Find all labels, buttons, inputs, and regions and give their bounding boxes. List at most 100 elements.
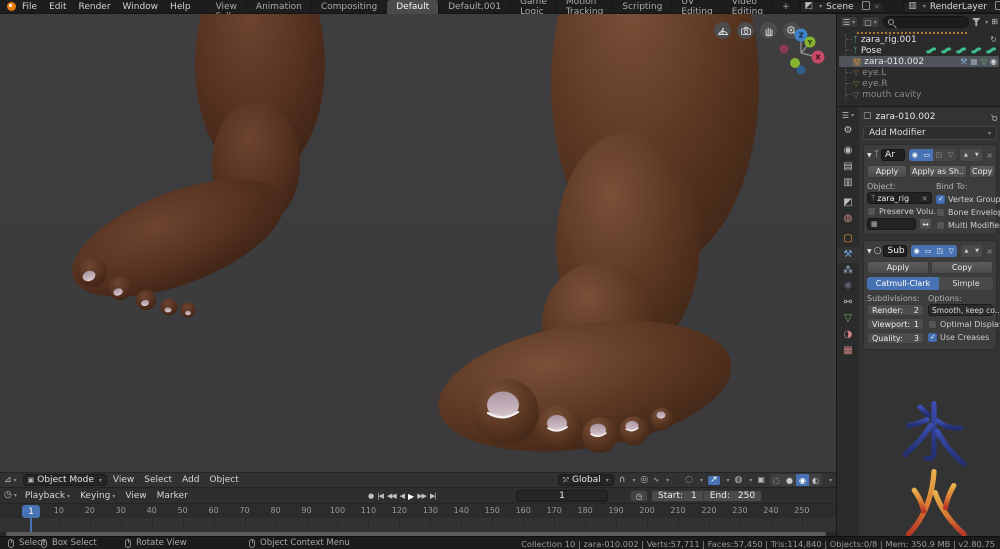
copy-button[interactable]: Copy	[931, 261, 993, 274]
properties-tab-texture[interactable]: ▦	[837, 343, 859, 359]
close-icon[interactable]: ×	[986, 151, 993, 160]
viewport-menu-select[interactable]: Select	[144, 475, 172, 485]
pin-icon[interactable]: ⚲	[988, 111, 1000, 123]
viewport-menu-object[interactable]: Object	[209, 475, 238, 485]
optimal-display-option[interactable]: Optimal Display	[928, 318, 993, 330]
properties-tab-scene[interactable]: ◩	[837, 195, 859, 211]
properties-tab-particles[interactable]: ⁂	[837, 263, 859, 279]
playhead[interactable]: 1	[22, 505, 40, 518]
blender-logo-icon[interactable]	[7, 2, 16, 11]
workspace-tab-default-001[interactable]: Default.001	[439, 0, 511, 14]
modifier-name-field[interactable]: Ar	[881, 149, 905, 161]
properties-tab-physics[interactable]: ⚛	[837, 279, 859, 295]
cage-toggle-icon[interactable]: ▽	[945, 149, 957, 161]
preserve-volume-option[interactable]: Preserve Volu..	[867, 205, 932, 217]
properties-tab-tool[interactable]: ⚙	[837, 123, 859, 139]
move-down-icon[interactable]: ▼	[971, 149, 982, 161]
clear-icon[interactable]: ×	[921, 194, 928, 203]
editor-type-button[interactable]: ◷▾	[4, 491, 17, 500]
add-modifier-dropdown[interactable]: Add Modifier▾	[863, 126, 997, 140]
stack-icon[interactable]: ▦	[970, 58, 978, 66]
workspace-tab-compositing[interactable]: Compositing	[312, 0, 387, 14]
properties-tab-material[interactable]: ◑	[837, 327, 859, 343]
editmode-toggle-icon[interactable]: ◳	[934, 245, 946, 257]
timeline-ruler[interactable]: 1 10203040506070809010011012013014015016…	[0, 503, 836, 518]
menu-render[interactable]: Render	[79, 2, 111, 12]
editor-type-button[interactable]: ☰▾	[840, 16, 858, 28]
close-icon[interactable]: ×	[986, 247, 993, 256]
proportional-editing-icon[interactable]: ◎	[640, 476, 648, 485]
render-layer-selector[interactable]: ▥▾ RenderLayer ×	[903, 1, 1000, 13]
render-toggle-icon[interactable]: ◉	[909, 149, 921, 161]
move-up-icon[interactable]: ▲	[960, 149, 971, 161]
properties-tab-world[interactable]: ◍	[837, 211, 859, 227]
properties-tab-render[interactable]: ◉	[837, 143, 859, 159]
bone-envelopes-option[interactable]: Bone Envelopes	[936, 206, 1000, 218]
outliner-item[interactable]: ▽ eye.R	[839, 78, 999, 89]
workspace-tab--[interactable]: +	[773, 0, 800, 14]
play-button[interactable]: ▶	[408, 492, 413, 501]
orbit-gizmo-grid-button[interactable]	[714, 22, 731, 39]
navigation-axis-gizmo[interactable]: Z Y X	[772, 26, 836, 84]
transform-orientation-selector[interactable]: ⤱ Global▾	[558, 474, 613, 486]
armature-object-field[interactable]: ᛉ zara_rig ×	[867, 192, 932, 204]
new-collection-icon[interactable]: ⊞	[991, 18, 998, 26]
viewport-menu-add[interactable]: Add	[182, 475, 199, 485]
properties-tab-output[interactable]: ▤	[837, 159, 859, 175]
workspace-tab-scripting[interactable]: Scripting	[613, 0, 672, 14]
use-creases-option[interactable]: Use Creases	[928, 331, 993, 343]
quality-field[interactable]: Quality:3	[867, 332, 924, 344]
eye-icon[interactable]: ◉	[990, 58, 997, 66]
rendered-shading-icon[interactable]: ◐	[809, 474, 822, 486]
invert-vertex-group-button[interactable]: ↔	[919, 218, 932, 230]
overlays-toggle-icon[interactable]: ◍	[735, 476, 743, 485]
falloff-curve-icon[interactable]: ∿	[653, 477, 659, 484]
rotate-icon[interactable]: ↻	[990, 36, 997, 44]
outliner-item[interactable]: ▽ zara-010.002 ⚒▦▽◉	[839, 56, 999, 67]
copy-button[interactable]: Copy	[969, 165, 995, 178]
outliner-item[interactable]: ᛉ Pose	[839, 45, 999, 56]
close-icon[interactable]: ×	[874, 2, 881, 11]
record-button[interactable]: ●	[368, 492, 373, 500]
vertex-group-field[interactable]: ▦	[867, 218, 916, 230]
next-keyframe-button[interactable]: ▶▶	[417, 492, 426, 500]
timeline-menu-marker[interactable]: Marker	[157, 491, 188, 501]
workspace-tab-video-editing[interactable]: Video Editing	[723, 0, 773, 14]
apply-button[interactable]: Apply	[867, 261, 929, 274]
uv-smooth-dropdown[interactable]: Smooth, keep co...▾	[928, 304, 993, 316]
catmull-clark-button[interactable]: Catmull-Clark	[867, 277, 939, 290]
camera-view-button[interactable]	[737, 22, 754, 39]
workspace-tab-motion-tracking[interactable]: Motion Tracking	[557, 0, 613, 14]
play-reverse-button[interactable]: ◀	[400, 492, 404, 500]
jump-to-end-button[interactable]: ▶|	[430, 492, 436, 500]
render-subdivisions-field[interactable]: Render:2	[867, 304, 924, 316]
axis-minus-z[interactable]	[797, 66, 806, 75]
timeline-menu-keying[interactable]: Keying▾	[80, 491, 115, 501]
search-input[interactable]	[883, 16, 970, 28]
properties-tab-object-data[interactable]: ▽	[837, 311, 859, 327]
cage-toggle-icon[interactable]: ▽	[945, 245, 957, 257]
filter-icon[interactable]	[972, 18, 980, 26]
realtime-toggle-icon[interactable]: ▭	[921, 149, 933, 161]
jump-to-start-button[interactable]: |◀	[377, 492, 383, 500]
expand-icon[interactable]: ▼	[867, 248, 872, 255]
snap-magnet-icon[interactable]: ∩	[619, 476, 626, 485]
material-preview-shading-icon[interactable]: ◉	[796, 474, 809, 486]
move-down-icon[interactable]: ▼	[972, 245, 983, 257]
timeline-menu-view[interactable]: View	[125, 491, 146, 501]
workspace-tab-game-logic[interactable]: Game Logic	[511, 0, 557, 14]
outliner-item[interactable]: ▽ mouth cavity	[839, 89, 999, 100]
outliner-item[interactable]: ᛉ zara_rig.001 ↻	[839, 34, 999, 45]
end-frame-field[interactable]: End:250	[703, 491, 761, 501]
properties-tab-object[interactable]: ▢	[837, 231, 859, 247]
workspace-tab-3d-view-full[interactable]: 3D View Full	[207, 0, 247, 14]
menu-window[interactable]: Window	[123, 2, 159, 12]
workspace-tab-default[interactable]: Default	[387, 0, 439, 14]
timeline-track[interactable]	[0, 518, 836, 532]
expand-icon[interactable]: ▼	[867, 152, 872, 159]
properties-tab-constraints[interactable]: ⚯	[837, 295, 859, 311]
simple-button[interactable]: Simple	[939, 277, 993, 290]
new-scene-icon[interactable]	[864, 3, 870, 10]
editor-type-button[interactable]: ☰▾	[837, 107, 859, 123]
gizmos-toggle-icon[interactable]: ↗	[708, 476, 720, 485]
